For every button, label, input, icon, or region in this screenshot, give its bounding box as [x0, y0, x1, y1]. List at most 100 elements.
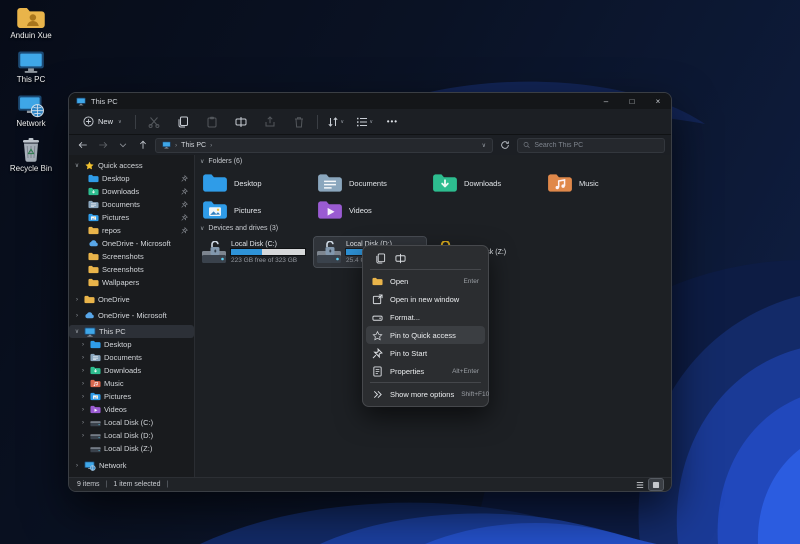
sidebar-item-this-pc[interactable]: ∨ This PC [69, 325, 194, 338]
view-button[interactable]: ∨ [354, 113, 376, 131]
sidebar-item-pc-desktop[interactable]: › Desktop [69, 338, 194, 351]
search-input[interactable] [534, 141, 659, 149]
sidebar-item-pc-videos[interactable]: › Videos [69, 403, 194, 416]
breadcrumb-this-pc[interactable]: This PC [181, 142, 206, 149]
context-menu-item-properties[interactable]: Properties Alt+Enter [366, 362, 485, 380]
new-button[interactable]: New ∨ [77, 113, 128, 130]
folder-tile-desktop[interactable]: Desktop [199, 170, 311, 196]
chevron-collapsed-icon[interactable]: › [79, 381, 87, 387]
sidebar-item-pc-music[interactable]: › Music [69, 377, 194, 390]
chevron-expanded-icon[interactable]: ∨ [73, 328, 81, 335]
chevron-collapsed-icon[interactable]: › [79, 368, 87, 374]
chevron-collapsed-icon[interactable]: › [73, 313, 81, 319]
context-menu-item-open-new-window[interactable]: Open in new window [366, 290, 485, 308]
desktop-icon-recycle-bin[interactable]: Recycle Bin [4, 137, 58, 174]
address-dropdown-icon[interactable]: ∨ [482, 142, 486, 149]
context-menu-item-format[interactable]: Format... [366, 308, 485, 326]
chevron-collapsed-icon[interactable]: › [79, 394, 87, 400]
close-button[interactable]: × [645, 93, 671, 109]
folder-tile-documents[interactable]: Documents [314, 170, 426, 196]
new-window-icon [372, 293, 383, 304]
chevron-collapsed-icon[interactable]: › [79, 420, 87, 426]
breadcrumb-separator: › [210, 141, 213, 149]
chevron-expanded-icon[interactable]: ∨ [73, 162, 81, 169]
pin-icon [181, 214, 188, 221]
refresh-button[interactable] [497, 137, 513, 153]
sidebar-item-pc-documents[interactable]: › Documents [69, 351, 194, 364]
sidebar-item-pc-downloads[interactable]: › Downloads [69, 364, 194, 377]
sidebar-item-downloads[interactable]: Downloads [69, 185, 194, 198]
folder-tile-pictures[interactable]: Pictures [199, 197, 311, 223]
large-icons-view-button[interactable] [648, 478, 664, 491]
breadcrumb[interactable]: › This PC › ∨ [155, 137, 493, 153]
context-menu-item-show-more-options[interactable]: Show more options Shift+F10 [366, 385, 489, 403]
sidebar-item-local-disk-d[interactable]: › Local Disk (D:) [69, 429, 194, 442]
chevron-collapsed-icon[interactable]: › [79, 407, 87, 413]
sidebar-item-repos[interactable]: repos [69, 224, 194, 237]
this-pc-icon [84, 327, 96, 337]
folder-documents-icon [317, 173, 343, 193]
up-button[interactable] [135, 137, 151, 153]
sidebar-item-onedrive-microsoft[interactable]: › OneDrive - Microsoft [69, 309, 194, 322]
folder-tile-videos[interactable]: Videos [314, 197, 426, 223]
sidebar-item-local-disk-z[interactable]: Local Disk (Z:) [69, 442, 194, 455]
sidebar-item-desktop[interactable]: Desktop [69, 172, 194, 185]
copy-button[interactable] [172, 113, 194, 131]
share-button[interactable] [259, 113, 281, 131]
trash-icon [294, 116, 303, 127]
more-options-button[interactable]: ••• [383, 117, 402, 126]
address-bar: › This PC › ∨ [69, 135, 671, 155]
sidebar-item-pictures[interactable]: Pictures [69, 211, 194, 224]
desktop-icon-network[interactable]: Network [4, 94, 58, 129]
search-box[interactable] [517, 137, 665, 153]
paste-button[interactable] [201, 113, 223, 131]
chevron-collapsed-icon[interactable]: › [73, 463, 81, 469]
cut-button[interactable] [143, 113, 165, 131]
chevron-expanded-icon[interactable]: ∨ [200, 158, 204, 165]
chevron-collapsed-icon[interactable]: › [73, 297, 81, 303]
pin-icon [372, 348, 383, 359]
properties-icon [373, 365, 382, 377]
minimize-button[interactable]: – [593, 93, 619, 109]
title-bar[interactable]: This PC – □ × [69, 93, 671, 109]
sidebar-item-quick-access[interactable]: ∨ Quick access [69, 159, 194, 172]
chevron-collapsed-icon[interactable]: › [79, 433, 87, 439]
sidebar-item-screenshots-1[interactable]: Screenshots [69, 250, 194, 263]
chevron-expanded-icon[interactable]: ∨ [200, 225, 204, 232]
sort-button[interactable]: ∨ [325, 113, 347, 131]
folder-icon [84, 295, 95, 304]
sidebar-item-network[interactable]: › Network [69, 459, 194, 472]
recent-locations-button[interactable] [115, 137, 131, 153]
context-menu-item-pin-quick-access[interactable]: Pin to Quick access [366, 326, 485, 344]
drive-tile-local-disk-c[interactable]: Local Disk (C:) 223 GB free of 323 GB [199, 237, 311, 267]
sidebar-item-onedrive[interactable]: › OneDrive [69, 293, 194, 306]
sidebar-item-local-disk-c[interactable]: › Local Disk (C:) [69, 416, 194, 429]
context-menu-item-open[interactable]: Open Enter [366, 272, 485, 290]
rename-icon[interactable] [395, 253, 406, 264]
details-view-button[interactable] [633, 479, 647, 490]
rename-button[interactable] [230, 113, 252, 131]
folder-tile-music[interactable]: Music [544, 170, 656, 196]
refresh-icon [501, 141, 509, 149]
drives-section-header[interactable]: ∨ Devices and drives (3) [200, 225, 278, 232]
copy-icon[interactable] [375, 252, 386, 264]
maximize-button[interactable]: □ [619, 93, 645, 109]
folder-tile-downloads[interactable]: Downloads [429, 170, 541, 196]
delete-button[interactable] [288, 113, 310, 131]
sidebar-item-screenshots-2[interactable]: Screenshots [69, 263, 194, 276]
chevron-collapsed-icon[interactable]: › [79, 355, 87, 361]
network-icon [84, 461, 96, 471]
chevron-collapsed-icon[interactable]: › [79, 342, 87, 348]
forward-button[interactable] [95, 137, 111, 153]
sidebar-item-documents[interactable]: Documents [69, 198, 194, 211]
folders-section-header[interactable]: ∨ Folders (6) [200, 158, 242, 165]
back-button[interactable] [75, 137, 91, 153]
item-count: 9 items [77, 481, 100, 488]
rename-icon [235, 116, 247, 127]
sidebar-item-onedrive-microsoft-qa[interactable]: OneDrive - Microsoft [69, 237, 194, 250]
sidebar-item-pc-pictures[interactable]: › Pictures [69, 390, 194, 403]
sidebar-item-wallpapers[interactable]: Wallpapers [69, 276, 194, 289]
context-menu-item-pin-to-start[interactable]: Pin to Start [366, 344, 485, 362]
desktop-icon-this-pc[interactable]: This PC [4, 50, 58, 85]
desktop-icon-user-folder[interactable]: Anduin Xue [4, 6, 58, 41]
